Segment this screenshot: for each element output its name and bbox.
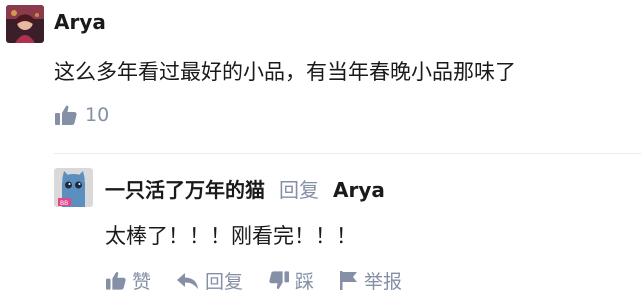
like-button[interactable]: 赞 [106, 267, 151, 294]
thumbs-up-icon [55, 105, 77, 125]
avatar[interactable] [6, 5, 44, 43]
like-button[interactable]: 10 [55, 104, 109, 126]
flag-icon [340, 271, 358, 290]
svg-text:BB: BB [60, 200, 68, 207]
reply-arrow-icon [177, 272, 199, 289]
divider [54, 153, 641, 154]
reply-header: 一只活了万年的猫 回复 Arya [105, 177, 385, 203]
comment-text: 这么多年看过最好的小品，有当年春晚小品那味了 [54, 60, 516, 84]
reply-verb: 回复 [279, 178, 319, 202]
like-label: 赞 [132, 271, 152, 293]
report-button[interactable]: 举报 [340, 267, 402, 294]
like-count: 10 [85, 104, 110, 126]
dislike-label: 踩 [295, 271, 315, 293]
comment-author[interactable]: Arya [54, 10, 106, 34]
thumbs-down-icon [269, 271, 290, 290]
reply-text: 太棒了！！！刚看完！！！ [105, 224, 357, 248]
report-label: 举报 [364, 271, 403, 293]
thumbs-up-icon [106, 271, 126, 290]
reply-actions: 赞 回复 踩 举报 [106, 267, 428, 294]
avatar[interactable]: BB [54, 168, 93, 207]
reply-author[interactable]: 一只活了万年的猫 [105, 177, 265, 203]
reply-button[interactable]: 回复 [177, 267, 243, 294]
reply-target-user[interactable]: Arya [333, 177, 385, 203]
reply-label: 回复 [205, 271, 244, 293]
dislike-button[interactable]: 踩 [269, 267, 314, 294]
